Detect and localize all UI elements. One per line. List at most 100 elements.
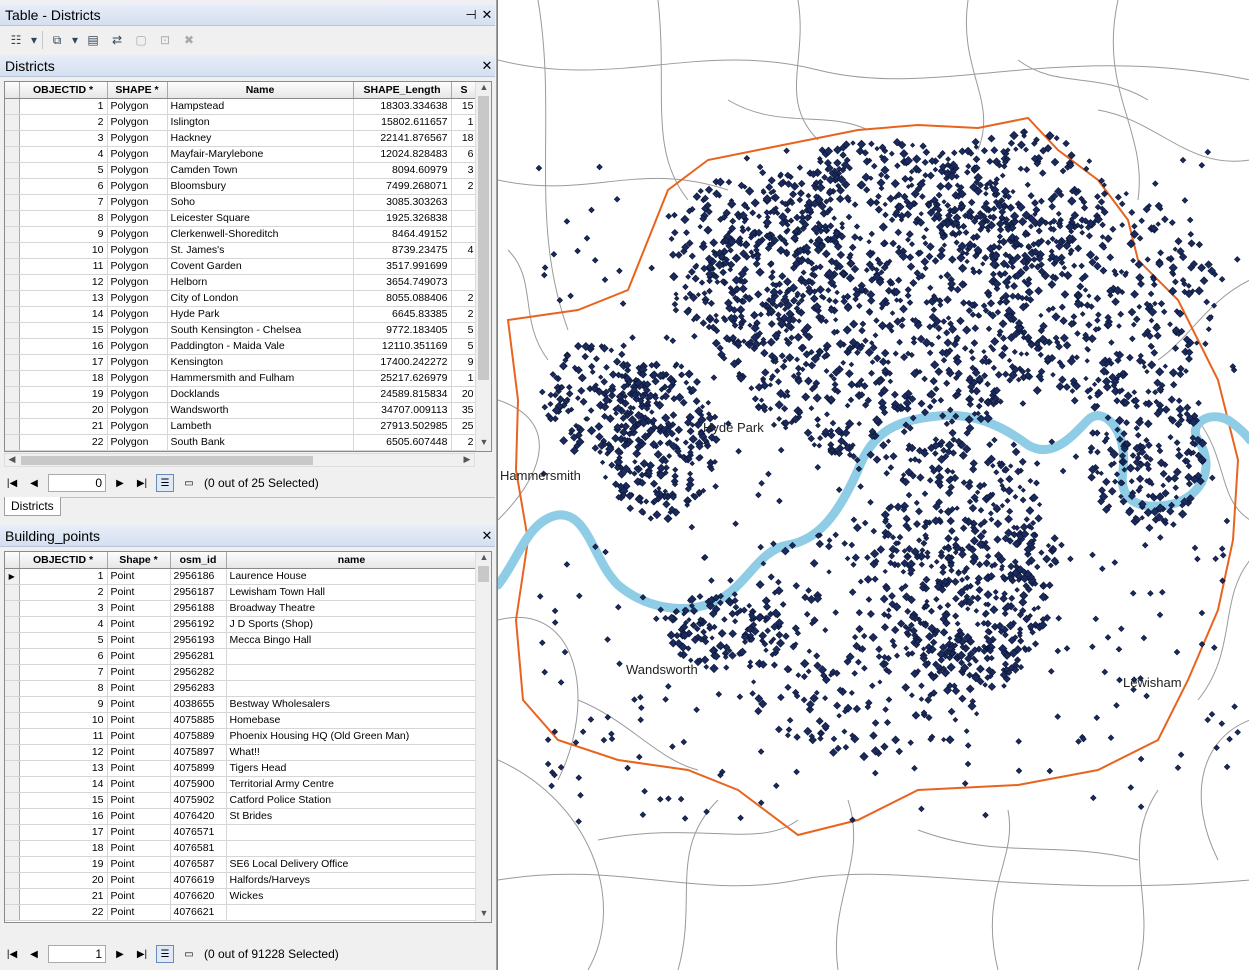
table-cell[interactable]: Homebase	[226, 712, 478, 729]
table-cell[interactable]: 12024.828483	[353, 146, 452, 163]
table-cell[interactable]: Point	[107, 776, 171, 793]
table-cell[interactable]: 3	[19, 130, 108, 147]
table-cell[interactable]: Polygon	[107, 434, 168, 451]
table-cell[interactable]: Point	[107, 760, 171, 777]
table-cell[interactable]: 11	[19, 728, 108, 745]
table-cell[interactable]: 4076620	[170, 888, 227, 905]
table-cell[interactable]: Bestway Wholesalers	[226, 696, 478, 713]
table-cell[interactable]: Laurence House	[226, 568, 478, 585]
table-cell[interactable]	[226, 904, 478, 921]
table-cell[interactable]: Docklands	[167, 386, 354, 403]
row-selector[interactable]	[5, 856, 20, 873]
table-cell[interactable]: SE6 Local Delivery Office	[226, 856, 478, 873]
table-cell[interactable]: 4076571	[170, 824, 227, 841]
record-number-field[interactable]: 0	[48, 474, 106, 492]
table-row[interactable]: 4 Point 2956192 J D Sports (Shop)	[5, 616, 478, 633]
table-cell[interactable]: 22141.876567	[353, 130, 452, 147]
table-row[interactable]: 9 Point 4038655 Bestway Wholesalers	[5, 696, 478, 713]
pin-icon[interactable]: ⊣	[463, 7, 479, 23]
table-cell[interactable]: 7	[19, 664, 108, 681]
row-selector[interactable]	[5, 696, 20, 713]
buildings-vertical-scrollbar[interactable]: ▲ ▼	[475, 552, 491, 922]
table-row[interactable]: 7 Point 2956282	[5, 664, 478, 681]
table-cell[interactable]: 2956192	[170, 616, 227, 633]
record-number-field[interactable]: 1	[48, 945, 106, 963]
first-record-button[interactable]: |◀	[4, 946, 20, 962]
table-cell[interactable]: 4076587	[170, 856, 227, 873]
table-cell[interactable]: 8055.088406	[353, 290, 452, 307]
table-cell[interactable]	[226, 664, 478, 681]
scroll-right-icon[interactable]: ▶	[460, 454, 474, 465]
table-cell[interactable]: Polygon	[107, 370, 168, 387]
table-cell[interactable]: 4075897	[170, 744, 227, 761]
table-cell[interactable]: 6	[19, 648, 108, 665]
table-cell[interactable]: Halfords/Harveys	[226, 872, 478, 889]
table-cell[interactable]: Polygon	[107, 242, 168, 259]
scroll-thumb[interactable]	[478, 96, 489, 380]
row-selector-header[interactable]	[5, 82, 20, 99]
table-cell[interactable]: Polygon	[107, 290, 168, 307]
table-row[interactable]: 12 Polygon Helborn 3654.749073	[5, 274, 478, 291]
table-cell[interactable]: 2	[451, 290, 478, 307]
table-row[interactable]: 6 Point 2956281	[5, 648, 478, 665]
table-cell[interactable]: 2956188	[170, 600, 227, 617]
table-cell[interactable]: 21	[19, 418, 108, 435]
table-cell[interactable]: Polygon	[107, 178, 168, 195]
table-cell[interactable]: 15	[19, 792, 108, 809]
table-cell[interactable]: 3517.991699	[353, 258, 452, 275]
table-cell[interactable]: 3	[451, 162, 478, 179]
table-cell[interactable]: 2	[451, 306, 478, 323]
table-cell[interactable]: 6505.607448	[353, 434, 452, 451]
table-cell[interactable]: Phoenix Housing HQ (Old Green Man)	[226, 728, 478, 745]
tab-districts[interactable]: Districts	[4, 497, 61, 516]
scroll-thumb[interactable]	[478, 566, 489, 582]
table-row[interactable]: 3 Polygon Hackney 22141.876567 18	[5, 130, 478, 147]
table-cell[interactable]: 4076581	[170, 840, 227, 857]
column-header[interactable]: name	[226, 552, 478, 569]
table-cell[interactable]: Polygon	[107, 98, 168, 115]
table-row[interactable]: 17 Point 4076571	[5, 824, 478, 841]
table-cell[interactable]: 2956281	[170, 648, 227, 665]
table-cell[interactable]: Hammersmith and Fulham	[167, 370, 354, 387]
row-selector[interactable]	[5, 680, 20, 697]
table-cell[interactable]: J D Sports (Shop)	[226, 616, 478, 633]
table-cell[interactable]: 1	[451, 114, 478, 131]
table-row[interactable]: 16 Polygon Paddington - Maida Vale 12110.35…	[5, 338, 478, 355]
table-row[interactable]: 13 Point 4075899 Tigers Head	[5, 760, 478, 777]
show-all-records-button[interactable]: ☰	[156, 474, 174, 492]
table-cell[interactable]: 6	[19, 178, 108, 195]
table-cell[interactable]: 2	[451, 434, 478, 451]
table-row[interactable]: 12 Point 4075897 What!!	[5, 744, 478, 761]
row-selector[interactable]	[5, 194, 20, 211]
row-selector[interactable]	[5, 242, 20, 259]
row-selector[interactable]	[5, 322, 20, 339]
table-cell[interactable]: 17400.242272	[353, 354, 452, 371]
table-cell[interactable]: Polygon	[107, 258, 168, 275]
table-cell[interactable]	[451, 194, 478, 211]
table-row[interactable]: 11 Point 4075889 Phoenix Housing HQ (Old Gr…	[5, 728, 478, 745]
scroll-left-icon[interactable]: ◀	[5, 454, 19, 465]
delete-selected-icon[interactable]: ✖	[179, 30, 199, 50]
table-cell[interactable]: 17	[19, 824, 108, 841]
table-row[interactable]: 4 Polygon Mayfair-Marylebone 12024.828483 6	[5, 146, 478, 163]
switch-selection-icon[interactable]: ⇄	[107, 30, 127, 50]
row-selector[interactable]	[5, 418, 20, 435]
table-cell[interactable]: 11	[19, 258, 108, 275]
table-cell[interactable]: Mayfair-Marylebone	[167, 146, 354, 163]
table-row[interactable]: 2 Polygon Islington 15802.611657 1	[5, 114, 478, 131]
table-cell[interactable]: Point	[107, 568, 171, 585]
row-selector[interactable]	[5, 872, 20, 889]
table-cell[interactable]: Polygon	[107, 322, 168, 339]
table-cell[interactable]: 8094.60979	[353, 162, 452, 179]
table-cell[interactable]: 5	[19, 632, 108, 649]
table-cell[interactable]: Point	[107, 872, 171, 889]
show-selected-records-button[interactable]: ▭	[180, 474, 198, 492]
table-cell[interactable]: 20	[19, 402, 108, 419]
column-header[interactable]: osm_id	[170, 552, 227, 569]
table-row[interactable]: 22 Point 4076621	[5, 904, 478, 921]
table-cell[interactable]: Kensington	[167, 354, 354, 371]
table-cell[interactable]: Hampstead	[167, 98, 354, 115]
table-row[interactable]: 7 Polygon Soho 3085.303263	[5, 194, 478, 211]
row-selector[interactable]	[5, 632, 20, 649]
row-selector[interactable]	[5, 290, 20, 307]
